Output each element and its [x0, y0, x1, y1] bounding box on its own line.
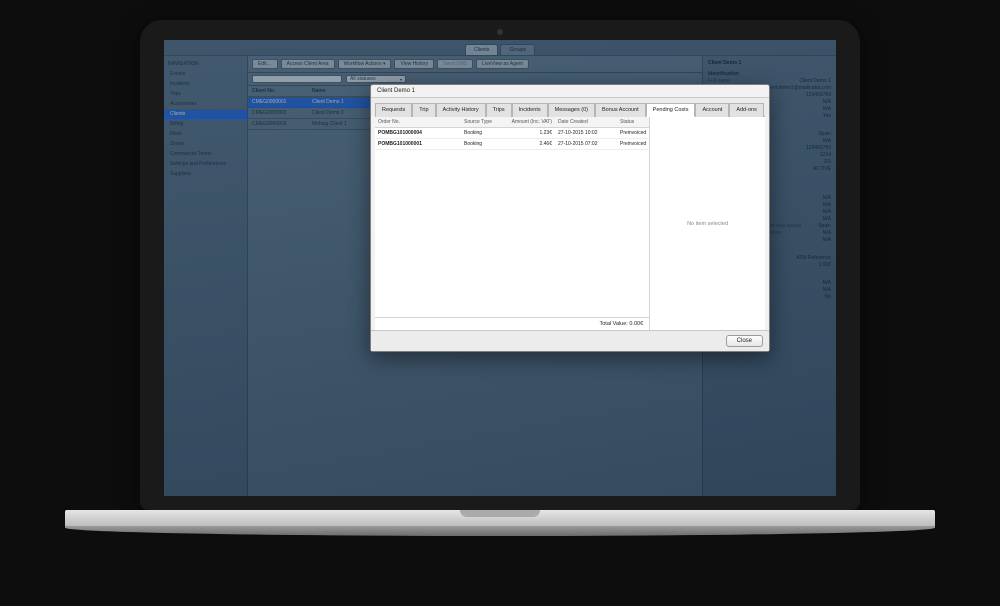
value-country: Spain: [818, 131, 831, 138]
edit-button[interactable]: Edit…: [252, 59, 278, 69]
sidebar-item-accessories[interactable]: Accessories: [164, 99, 247, 109]
dialog-tab-requests[interactable]: Requests: [375, 103, 412, 117]
col-source-type[interactable]: Source Type: [461, 117, 503, 127]
dialog-tab-trips[interactable]: Trips: [486, 103, 512, 117]
laptop-camera: [497, 29, 503, 35]
cell-status: Preinvoiced: [617, 139, 649, 149]
value-country-code: ES: [824, 159, 831, 166]
status-filter-select[interactable]: All statuses ▾: [346, 75, 406, 83]
sidebar-item-commercial-terms[interactable]: Commercial Terms: [164, 149, 247, 159]
total-row: Total Value: 0.00€: [375, 317, 649, 330]
orders-table: Order No. Source Type Amount (Inc. VAT) …: [375, 117, 650, 330]
sidebar-item-incidents[interactable]: Incidents: [164, 79, 247, 89]
laptop-base: [65, 510, 935, 540]
sidebar-item-events[interactable]: Events: [164, 69, 247, 79]
close-button[interactable]: Close: [726, 335, 763, 347]
cell-amount: 2.46€: [503, 139, 555, 149]
value-phone: 123456789: [806, 145, 831, 152]
value-lic-country: Spain: [818, 223, 831, 230]
sidebar-item-suppliers[interactable]: Suppliers: [164, 169, 247, 179]
view-history-button[interactable]: View History: [394, 59, 434, 69]
sidebar-item-fleet[interactable]: Fleet: [164, 129, 247, 139]
cell-order-no: POMBG101000004: [375, 128, 461, 138]
sidebar-item-trips[interactable]: Trips: [164, 89, 247, 99]
value-rfid: N/A: [823, 99, 831, 106]
value-occupation: N/A: [823, 106, 831, 113]
value-idcard2: N/A: [823, 209, 831, 216]
value-license: N/A: [823, 216, 831, 223]
value-dob: N/A: [823, 195, 831, 202]
search-input[interactable]: [252, 75, 342, 83]
detail-empty-message: No item selected: [687, 221, 728, 227]
col-client-no[interactable]: Client No.: [248, 86, 308, 96]
value-payment-method: ATM Reference: [796, 255, 831, 262]
col-status[interactable]: Status: [617, 117, 649, 127]
order-row[interactable]: POMBG101000001 Booking 2.46€ 27-10-2015 …: [375, 139, 649, 150]
total-label: Total Value:: [600, 321, 628, 327]
sidebar-header: NAVIGATION: [164, 59, 247, 69]
sidebar-item-billing[interactable]: Billing: [164, 119, 247, 129]
cell-order-no: POMBG101000001: [375, 139, 461, 149]
app-window: Clients Groups NAVIGATION Events Inciden…: [164, 40, 836, 496]
cell-client-no: CMEG0000001: [248, 97, 308, 107]
dialog-tab-trip[interactable]: Trip: [412, 103, 435, 117]
col-date-created[interactable]: Date Created: [555, 117, 617, 127]
total-value: 0.00€: [629, 321, 643, 327]
value-address: N/A: [823, 138, 831, 145]
value-full-name: Client Demo 1: [799, 78, 831, 85]
dialog-title: Client Demo 1: [371, 85, 769, 98]
status-filter-value: All statuses: [350, 76, 376, 82]
chevron-down-icon: ▾: [400, 77, 402, 82]
order-row[interactable]: POMBG101000004 Booking 1.23€ 27-10-2015 …: [375, 128, 649, 139]
liveview-button[interactable]: LiveView as Agent: [476, 59, 529, 69]
dialog-tabstrip: Requests Trip Activity History Trips Inc…: [371, 98, 769, 116]
cell-date: 27-10-2015 07:02: [555, 139, 617, 149]
dialog-tab-bonus-account[interactable]: Bonus Account: [595, 103, 646, 117]
access-client-area-button[interactable]: Access Client Area: [281, 59, 335, 69]
info-title: Client Demo 1: [708, 60, 831, 67]
value-mean: N/A: [823, 280, 831, 287]
sidebar-item-settings[interactable]: Settings and Preferences: [164, 159, 247, 169]
value-predef-loc: No: [825, 294, 831, 301]
send-sms-button[interactable]: Send SMS: [437, 59, 473, 69]
dialog-tab-pending-costs[interactable]: Pending Costs: [646, 103, 696, 117]
value-tax: 123456789: [806, 92, 831, 99]
value-email: client.demo1@mailinator.com: [765, 85, 831, 92]
toolbar: Edit… Access Client Area Workflow Action…: [248, 56, 702, 73]
dialog-tab-messages[interactable]: Messages (0): [548, 103, 595, 117]
dialog-tab-account[interactable]: Account: [695, 103, 729, 117]
cell-source: Booking: [461, 139, 503, 149]
top-tabstrip: Clients Groups: [164, 40, 836, 56]
client-dialog: Client Demo 1 Requests Trip Activity His…: [370, 84, 770, 352]
value-status: ACTIVE: [813, 166, 831, 173]
value-pin: 1234: [820, 152, 831, 159]
section-identification: Identification: [708, 71, 831, 78]
col-order-no[interactable]: Order No.: [375, 117, 461, 127]
dialog-tab-incidents[interactable]: Incidents: [512, 103, 548, 117]
tab-clients[interactable]: Clients: [465, 44, 498, 55]
value-idcard: N/A: [823, 202, 831, 209]
sidebar-item-clients[interactable]: Clients: [164, 109, 247, 119]
sidebar-item-zones[interactable]: Zones: [164, 139, 247, 149]
cell-client-no: CMEG0000002: [248, 108, 308, 118]
value-lic-file: N/A: [823, 237, 831, 244]
dialog-tab-addons[interactable]: Add-ons: [729, 103, 764, 117]
order-detail-panel: No item selected: [650, 117, 765, 330]
cell-source: Booking: [461, 128, 503, 138]
workflow-actions-button[interactable]: Workflow Actions ▾: [338, 59, 392, 69]
dialog-tab-activity-history[interactable]: Activity History: [436, 103, 486, 117]
cell-status: Preinvoiced: [617, 128, 649, 138]
cell-date: 27-10-2015 10:02: [555, 128, 617, 138]
value-bonus: 1.00€: [818, 262, 831, 269]
sidebar: NAVIGATION Events Incidents Trips Access…: [164, 56, 248, 496]
tab-groups[interactable]: Groups: [500, 44, 534, 55]
col-amount[interactable]: Amount (Inc. VAT): [503, 117, 555, 127]
value-addons: N/A: [823, 287, 831, 294]
cell-amount: 1.23€: [503, 128, 555, 138]
value-agent: Yes: [823, 113, 831, 120]
value-lic-exp: N/A: [823, 230, 831, 237]
cell-client-no: CMEG0000003: [248, 119, 308, 129]
